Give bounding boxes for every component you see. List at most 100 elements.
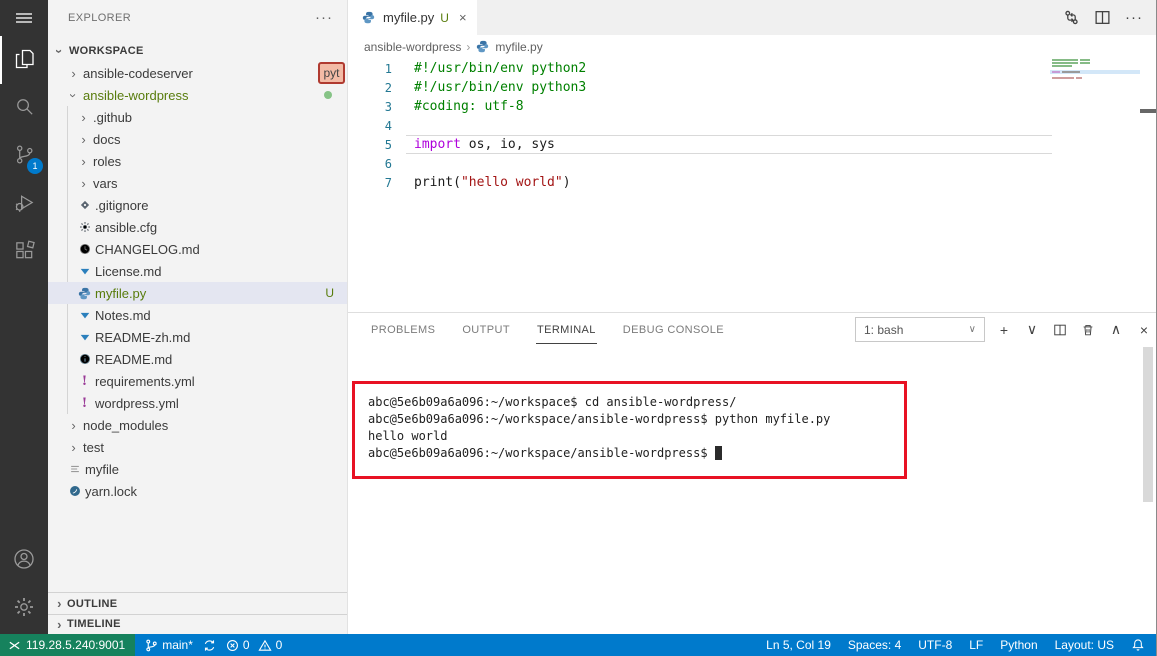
tree-item-changelog-md[interactable]: CHANGELOG.md	[48, 238, 347, 260]
breadcrumb-item[interactable]: myfile.py	[495, 40, 542, 54]
item-label: README.md	[95, 351, 173, 367]
more-actions-icon[interactable]: ···	[1125, 9, 1143, 26]
git-branch-item[interactable]: main*	[145, 638, 193, 652]
terminal-cursor	[714, 446, 722, 460]
markdown-down-icon	[76, 265, 93, 277]
status-item-lf[interactable]: LF	[969, 638, 983, 652]
tree-item-docs[interactable]: › docs	[48, 128, 347, 150]
chevron-down-icon: ›	[52, 48, 67, 54]
tree-item-test[interactable]: › test	[48, 436, 347, 458]
activity-bar-accounts[interactable]	[0, 536, 48, 584]
terminal-select[interactable]: 1: bash ∨	[855, 317, 985, 342]
tree-item-notes-md[interactable]: Notes.md	[48, 304, 347, 326]
tree-item-ansible-codeserver[interactable]: › ansible-codeserver	[48, 62, 347, 84]
panel-tab-problems[interactable]: PROBLEMS	[370, 315, 436, 344]
panel-tab-output[interactable]: OUTPUT	[461, 315, 511, 344]
item-label: test	[83, 439, 104, 455]
item-label: ansible-wordpress	[83, 87, 189, 103]
code-text: import os, io, sys	[414, 137, 555, 152]
scrollbar-thumb[interactable]	[1143, 347, 1153, 502]
status-item-utf-8[interactable]: UTF-8	[918, 638, 952, 652]
timeline-section[interactable]: › TIMELINE	[48, 614, 347, 633]
code-line-4[interactable]: 4	[348, 116, 1157, 135]
outline-label: OUTLINE	[67, 597, 118, 610]
trash-icon[interactable]	[1080, 323, 1096, 337]
tree-item-readme-zh-md[interactable]: README-zh.md	[48, 326, 347, 348]
clock-icon	[76, 243, 93, 255]
warning-icon	[258, 639, 272, 651]
launch-profile-chevron-icon[interactable]: ∨	[1024, 321, 1040, 338]
markdown-down-icon	[76, 309, 93, 321]
status-item-ln[interactable]: Ln 5, Col 19	[766, 638, 831, 652]
activity-bar-explorer[interactable]	[0, 36, 48, 84]
maximize-panel-icon[interactable]: ∧	[1108, 321, 1124, 338]
code-line-2[interactable]: 2 #!/usr/bin/env python3	[348, 78, 1157, 97]
item-label: wordpress.yml	[95, 395, 179, 411]
debug-icon	[13, 191, 36, 217]
tree-item--github[interactable]: › .github	[48, 106, 347, 128]
error-icon	[226, 639, 238, 651]
item-label: .gitignore	[95, 197, 149, 213]
activity-bar-extensions[interactable]	[0, 228, 48, 276]
activity-bar-source-control[interactable]: 1	[0, 132, 48, 180]
split-small-icon[interactable]	[1052, 323, 1068, 337]
tree-item-vars[interactable]: › vars	[48, 172, 347, 194]
minimap[interactable]	[1050, 58, 1140, 312]
code-line-6[interactable]: 6	[348, 154, 1157, 173]
status-item-python[interactable]: Python	[1000, 638, 1037, 652]
code-line-5[interactable]: 5 import os, io, sys	[348, 135, 1157, 154]
code-line-3[interactable]: 3 #coding: utf-8	[348, 97, 1157, 116]
status-item-spaces[interactable]: Spaces: 4	[848, 638, 901, 652]
activity-bar-run-debug[interactable]	[0, 180, 48, 228]
activity-bar-settings[interactable]	[0, 584, 48, 632]
remote-indicator[interactable]: 119.28.5.240:9001	[0, 634, 136, 656]
tree-root-workspace[interactable]: › WORKSPACE	[48, 40, 347, 62]
tree-item-wordpress-yml[interactable]: ! wordpress.yml	[48, 392, 347, 414]
code-editor[interactable]: 1 #!/usr/bin/env python2 2 #!/usr/bin/env p…	[348, 58, 1157, 312]
outline-section[interactable]: › OUTLINE	[48, 592, 347, 614]
sync-button[interactable]	[203, 639, 216, 652]
overview-ruler-cursor	[1140, 109, 1157, 113]
tree-item-readme-md[interactable]: README.md	[48, 348, 347, 370]
tree-item-requirements-yml[interactable]: ! requirements.yml	[48, 370, 347, 392]
tree-item-license-md[interactable]: License.md	[48, 260, 347, 282]
python-icon	[475, 40, 490, 53]
tree-item-ansible-cfg[interactable]: ansible.cfg	[48, 216, 347, 238]
chevron-right-icon: ›	[81, 109, 86, 125]
line-number: 1	[384, 61, 392, 76]
code-line-1[interactable]: 1 #!/usr/bin/env python2	[348, 59, 1157, 78]
close-tab-icon[interactable]: ×	[459, 10, 467, 25]
tree-item-myfile[interactable]: myfile	[48, 458, 347, 480]
remote-icon	[9, 641, 20, 649]
more-actions-icon[interactable]: ···	[315, 9, 333, 26]
explorer-sidebar: EXPLORER ··· › WORKSPACE › ansible-codeserv…	[48, 0, 348, 634]
code-line-7[interactable]: 7 print("hello world")	[348, 173, 1157, 192]
tree-item-myfile-py[interactable]: myfile.py U	[48, 282, 347, 304]
problems-item[interactable]: 0 0	[226, 638, 282, 652]
panel-tab-terminal[interactable]: TERMINAL	[535, 315, 597, 344]
code-text: #coding: utf-8	[414, 99, 524, 114]
tree-item-yarn-lock[interactable]: yarn.lock	[48, 480, 347, 502]
git-untracked-badge: U	[440, 10, 449, 25]
list-icon	[66, 463, 83, 475]
tab-myfile-py[interactable]: myfile.py U ×	[348, 0, 477, 35]
tree-item--gitignore[interactable]: .gitignore	[48, 194, 347, 216]
status-item-layout[interactable]: Layout: US	[1055, 638, 1114, 652]
split-editor-icon[interactable]	[1094, 9, 1111, 26]
terminal[interactable]: abc@5e6b09a6a096:~/workspace$ cd ansible…	[348, 346, 1157, 634]
line-number: 4	[384, 118, 392, 133]
item-label: ansible.cfg	[95, 219, 158, 235]
breadcrumb-item[interactable]: ansible-wordpress	[364, 40, 461, 54]
new-terminal-icon[interactable]: +	[996, 322, 1012, 338]
bell-icon[interactable]	[1131, 638, 1145, 652]
panel-tab-debug-console[interactable]: DEBUG CONSOLE	[622, 315, 725, 344]
menu-icon[interactable]	[0, 0, 48, 36]
tree-item-node-modules[interactable]: › node_modules	[48, 414, 347, 436]
exclamation-icon: !	[81, 395, 88, 411]
activity-bar-search[interactable]	[0, 84, 48, 132]
open-changes-icon[interactable]	[1063, 9, 1080, 26]
code-text: #!/usr/bin/env python3	[414, 80, 587, 95]
tree-item-roles[interactable]: › roles	[48, 150, 347, 172]
close-panel-icon[interactable]: ×	[1136, 322, 1152, 338]
tree-item-ansible-wordpress[interactable]: › ansible-wordpress	[48, 84, 347, 106]
